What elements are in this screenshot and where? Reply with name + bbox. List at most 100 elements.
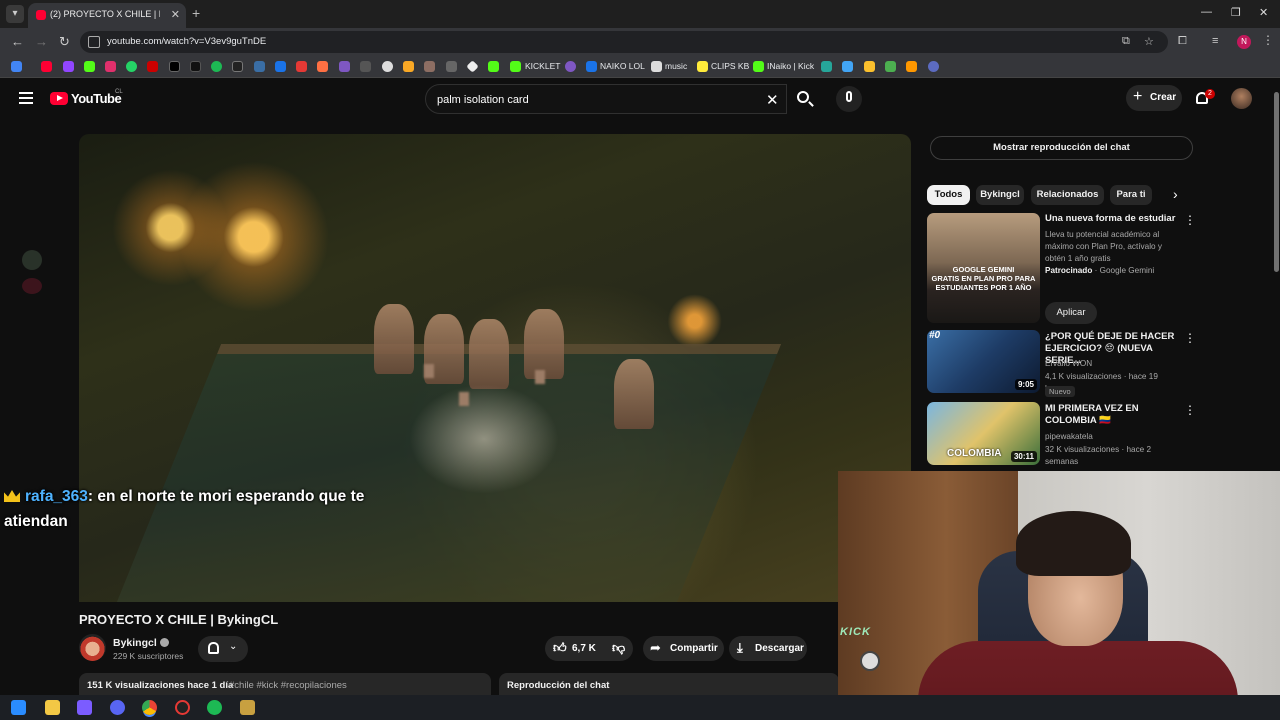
menu-icon[interactable]: [19, 92, 33, 104]
bookmark-inaiko-kick-icon[interactable]: [753, 61, 764, 72]
bookmark-s-icon[interactable]: [232, 61, 243, 72]
account-avatar[interactable]: [1231, 88, 1252, 109]
media-control-icon[interactable]: ≡: [1212, 35, 1218, 47]
windows-start-icon[interactable]: [11, 700, 26, 715]
video-channel-rec[interactable]: pipewakatela: [1045, 431, 1180, 443]
youtube-wordmark[interactable]: YouTube: [71, 91, 122, 106]
apps-grid-icon[interactable]: [11, 61, 22, 72]
bookmark-teal-icon[interactable]: [821, 61, 832, 72]
bookmark-docs-icon[interactable]: [275, 61, 286, 72]
bookmark-music-label[interactable]: music: [665, 61, 687, 71]
voice-search-button[interactable]: [836, 86, 862, 112]
profile-avatar[interactable]: N: [1237, 35, 1251, 49]
show-chat-replay-button[interactable]: Mostrar reproducción del chat: [930, 136, 1193, 160]
app-purple-icon[interactable]: [77, 700, 92, 715]
video-channel-rec[interactable]: ElVallo WON: [1045, 358, 1180, 370]
ad-apply-button[interactable]: Aplicar: [1045, 302, 1097, 324]
bookmark-yellow-icon[interactable]: [403, 61, 414, 72]
hashtags[interactable]: #chile #kick #recopilaciones: [229, 680, 347, 691]
bookmark-orange2-icon[interactable]: [906, 61, 917, 72]
chat-replay-panel[interactable]: Reproducción del chat: [499, 673, 839, 695]
browser-menu-icon[interactable]: ⋮: [1262, 33, 1274, 47]
bookmark-gray-icon[interactable]: [360, 61, 371, 72]
description-box[interactable]: 151 K visualizaciones hace 1 día #chile …: [79, 673, 491, 695]
bookmark-naiko-lol-label[interactable]: NAIKO LOL: [600, 61, 645, 71]
video-thumbnail[interactable]: COLOMBIA 30:11: [927, 402, 1040, 465]
bookmark-gamepad-icon[interactable]: [446, 61, 457, 72]
install-app-icon[interactable]: ⧉: [1122, 35, 1130, 48]
bookmark-spotify-icon[interactable]: [211, 61, 222, 72]
scrollbar-thumb[interactable]: [1274, 92, 1279, 272]
site-info-icon[interactable]: [88, 36, 100, 48]
subscription-notifications-button[interactable]: ⌄: [198, 636, 248, 662]
bookmark-purple-icon[interactable]: [339, 61, 350, 72]
bookmark-blue2-icon[interactable]: [842, 61, 853, 72]
youtube-logo-icon[interactable]: [50, 92, 68, 105]
chip-para-ti[interactable]: Para ti: [1110, 185, 1152, 205]
bookmark-kick2-icon[interactable]: [488, 61, 499, 72]
chip-bykingcl[interactable]: Bykingcl: [976, 185, 1024, 205]
dislike-icon[interactable]: 👎︎: [612, 640, 625, 656]
bookmark-red-icon[interactable]: [147, 61, 158, 72]
clear-search-icon[interactable]: ✕: [766, 91, 779, 109]
forward-button[interactable]: →: [35, 34, 48, 49]
bookmark-instagram-icon[interactable]: [105, 61, 116, 72]
bookmark-yellow2-icon[interactable]: [864, 61, 875, 72]
bookmark-youtube-icon[interactable]: [41, 61, 52, 72]
bookmark-chrome-icon[interactable]: [382, 61, 393, 72]
close-window-button[interactable]: ✕: [1259, 6, 1268, 19]
bookmark-green-icon[interactable]: [885, 61, 896, 72]
bookmark-music-icon[interactable]: [651, 61, 662, 72]
bookmark-kicklet-icon[interactable]: [510, 61, 521, 72]
spotify-icon[interactable]: [207, 700, 222, 715]
chevron-right-icon[interactable]: ›: [1173, 186, 1178, 202]
search-input[interactable]: palm isolation card ✕: [425, 84, 787, 114]
tab-close-icon[interactable]: ✕: [171, 8, 180, 21]
ad-thumbnail[interactable]: GOOGLE GEMINI GRATIS EN PLAN PRO PARA ES…: [927, 213, 1040, 323]
tab-search-button[interactable]: ▾: [6, 5, 24, 23]
create-button[interactable]: + Crear: [1126, 85, 1182, 111]
new-tab-button[interactable]: +: [192, 5, 200, 21]
bookmark-inaiko-kick-label[interactable]: INaiko | Kick: [767, 61, 814, 71]
bookmark-diamond-icon[interactable]: [466, 60, 479, 73]
bookmark-clips-icon[interactable]: [697, 61, 708, 72]
chip-todos[interactable]: Todos: [927, 185, 970, 205]
browser-tab[interactable]: (2) PROYECTO X CHILE | BykingCL - YouTub…: [28, 3, 186, 28]
league-icon[interactable]: [240, 700, 255, 715]
bookmark-brown-icon[interactable]: [424, 61, 435, 72]
ad-title[interactable]: Una nueva forma de estudiar: [1045, 213, 1180, 225]
reload-button[interactable]: ↻: [59, 34, 70, 50]
minimize-button[interactable]: —: [1201, 6, 1212, 18]
discord-icon[interactable]: [110, 700, 125, 715]
video-title-rec[interactable]: MI PRIMERA VEZ EN COLOMBIA 🇨🇴: [1045, 403, 1180, 427]
obs-icon[interactable]: [175, 700, 190, 715]
channel-name[interactable]: Bykingcl: [113, 637, 169, 649]
more-options-icon[interactable]: ⋮: [1184, 213, 1196, 227]
bookmark-red2-icon[interactable]: [296, 61, 307, 72]
bookmark-sync-icon[interactable]: [928, 61, 939, 72]
bookmark-x-icon[interactable]: [169, 61, 180, 72]
search-button[interactable]: [787, 84, 823, 114]
bookmark-naiko-lol-icon[interactable]: [586, 61, 597, 72]
bookmark-clips-kb-label[interactable]: CLIPS KB: [711, 61, 749, 71]
bookmark-discord-icon[interactable]: [565, 61, 576, 72]
bookmark-orange-icon[interactable]: [317, 61, 328, 72]
bookmark-tiktok-icon[interactable]: [190, 61, 201, 72]
extensions-icon[interactable]: ⧠: [1178, 35, 1187, 48]
back-button[interactable]: ←: [11, 34, 24, 49]
bookmark-blue-icon[interactable]: [254, 61, 265, 72]
address-bar[interactable]: youtube.com/watch?v=V3ev9guTnDE ⧉ ☆: [80, 31, 1168, 53]
channel-avatar[interactable]: [79, 634, 106, 661]
bookmark-kicklet-label[interactable]: KICKLET: [525, 61, 560, 71]
bookmark-kick-icon[interactable]: [84, 61, 95, 72]
bookmark-twitch-icon[interactable]: [63, 61, 74, 72]
bookmark-star-icon[interactable]: ☆: [1144, 35, 1154, 48]
download-button[interactable]: ⤓ Descargar: [729, 636, 807, 661]
video-thumbnail[interactable]: 9:05: [927, 330, 1040, 393]
more-options-icon[interactable]: ⋮: [1184, 331, 1196, 345]
share-button[interactable]: ➦ Compartir: [643, 636, 724, 661]
chip-relacionados[interactable]: Relacionados: [1031, 185, 1104, 205]
bookmark-whatsapp-icon[interactable]: [126, 61, 137, 72]
chrome-icon[interactable]: [142, 700, 157, 715]
file-explorer-icon[interactable]: [45, 700, 60, 715]
